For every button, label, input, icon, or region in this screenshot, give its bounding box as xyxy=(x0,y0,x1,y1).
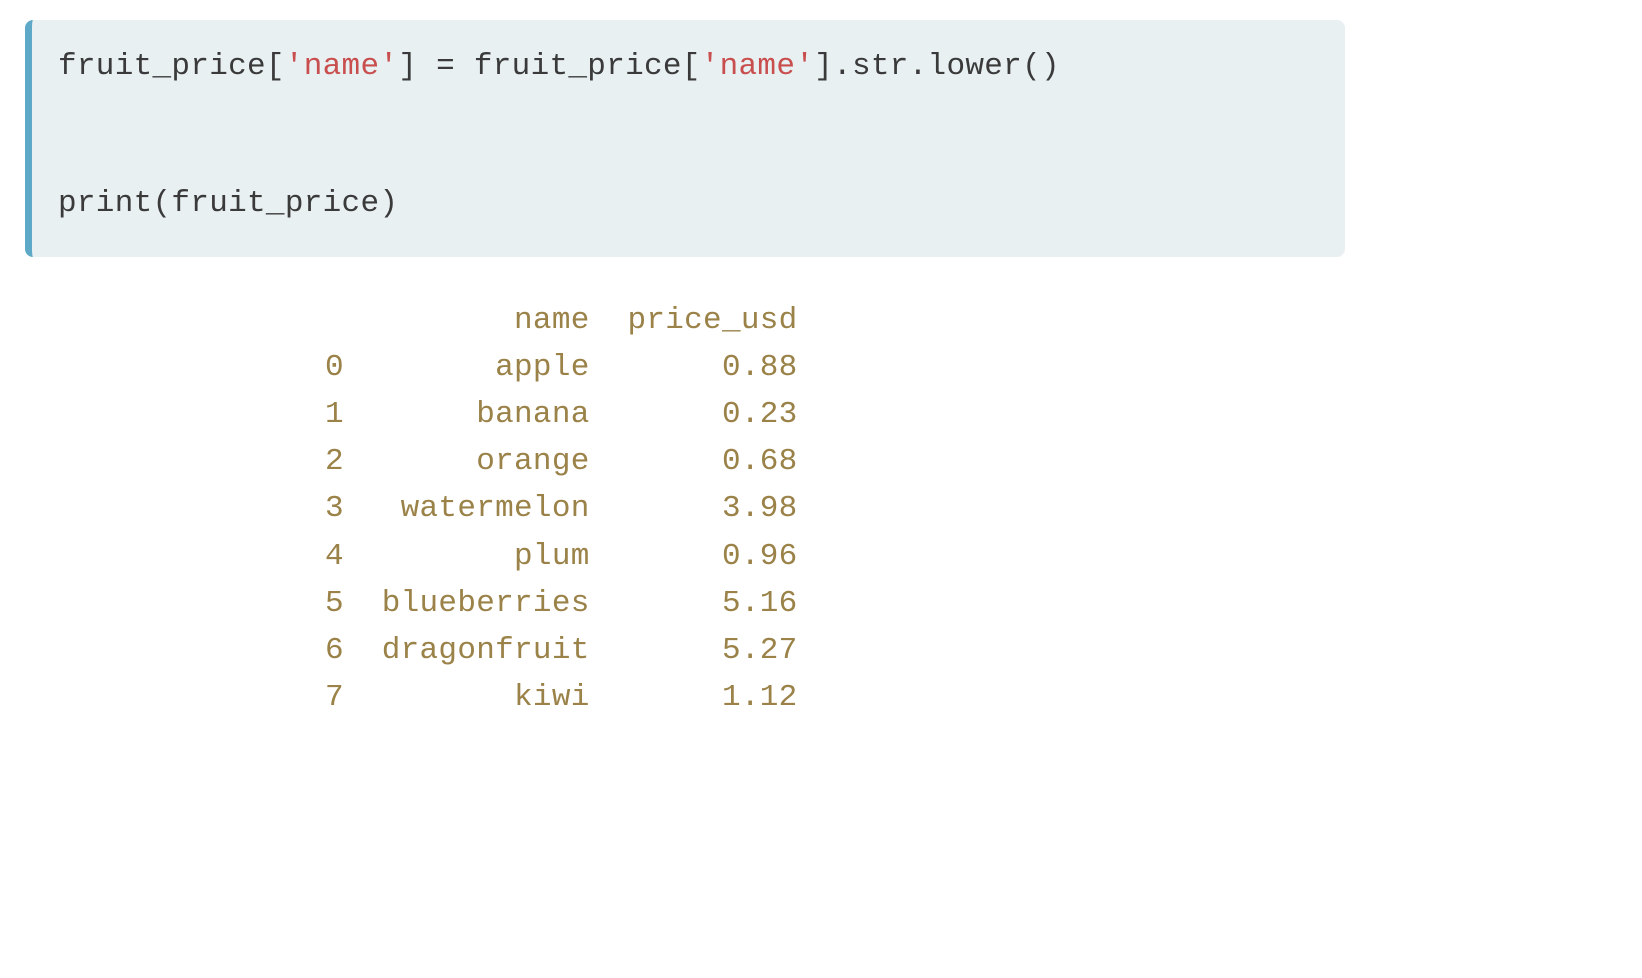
code-text: ] = fruit_price[ xyxy=(398,49,700,84)
code-text: fruit_price[ xyxy=(58,49,285,84)
code-string: 'name' xyxy=(285,49,398,84)
code-line-2: print(fruit_price) xyxy=(58,181,1319,228)
code-string: 'name' xyxy=(701,49,814,84)
code-text: ].str.lower() xyxy=(814,49,1060,84)
blank-line xyxy=(58,91,1319,181)
code-line-1: fruit_price['name'] = fruit_price['name'… xyxy=(58,44,1319,91)
output-text: name price_usd 0 apple 0.88 1 banana 0.2… xyxy=(325,303,798,715)
code-block: fruit_price['name'] = fruit_price['name'… xyxy=(25,20,1345,257)
output-block: name price_usd 0 apple 0.88 1 banana 0.2… xyxy=(325,297,1617,721)
